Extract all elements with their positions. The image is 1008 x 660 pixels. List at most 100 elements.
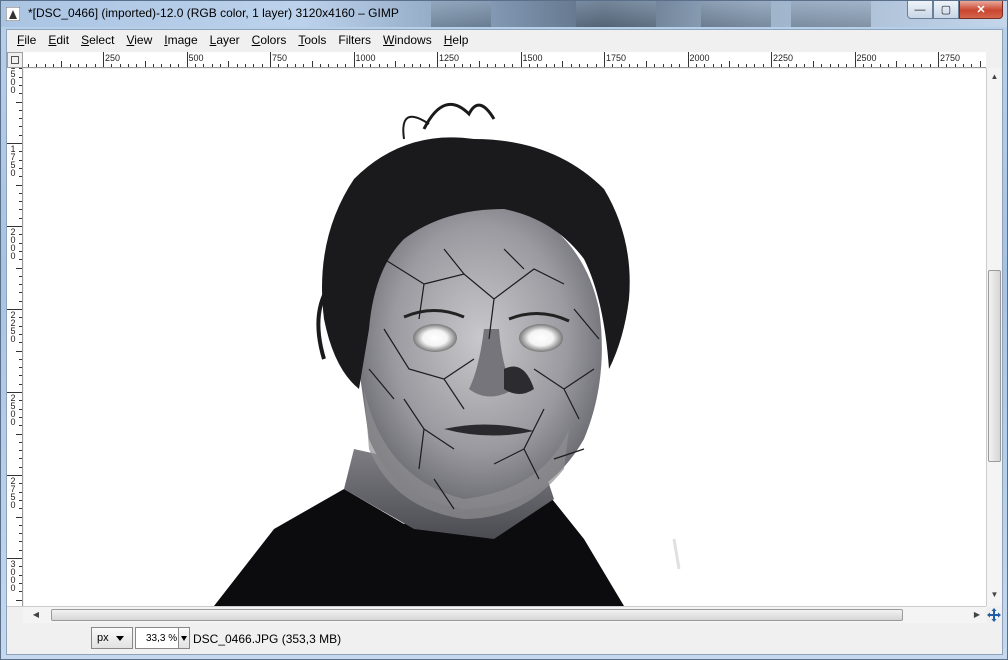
ruler-tick	[887, 64, 889, 67]
unit-select[interactable]: px	[91, 627, 133, 649]
ruler-tick	[612, 64, 614, 67]
minimize-button[interactable]: —	[907, 1, 933, 19]
menu-view[interactable]: View	[120, 30, 158, 51]
ruler-tick	[19, 325, 22, 327]
ruler-tick	[19, 591, 22, 593]
zoom-input[interactable]: 33,3 %	[135, 627, 179, 649]
ruler-tick	[36, 64, 38, 67]
horizontal-scroll-thumb[interactable]	[51, 609, 903, 621]
menu-colors[interactable]: Colors	[246, 30, 293, 51]
menu-filters[interactable]: Filters	[332, 30, 377, 51]
ruler-tick	[938, 52, 939, 67]
menu-bar: File Edit Select View Image Layer Colors…	[7, 30, 1002, 51]
background-photo-strip	[791, 1, 871, 27]
title-bar[interactable]: *[DSC_0466] (imported)-12.0 (RGB color, …	[1, 1, 1007, 27]
ruler-tick	[921, 64, 923, 67]
ruler-tick	[604, 52, 605, 67]
ruler-label: 250	[105, 53, 121, 63]
ruler-tick	[44, 64, 46, 67]
ruler-tick	[854, 52, 856, 67]
ruler-tick	[19, 466, 22, 468]
horizontal-scrollbar[interactable]: ◀ ▶	[23, 606, 986, 623]
menu-windows[interactable]: Windows	[377, 30, 438, 51]
maximize-button[interactable]: ▢	[933, 1, 959, 19]
ruler-tick	[579, 64, 580, 67]
ruler-tick	[679, 64, 681, 67]
ruler-tick	[879, 64, 881, 67]
ruler-tick	[19, 499, 22, 501]
menu-edit[interactable]: Edit	[42, 30, 75, 51]
ruler-tick	[19, 300, 22, 302]
background-photo-strip	[701, 1, 771, 27]
ruler-tick	[796, 64, 797, 67]
menu-help[interactable]: Help	[438, 30, 475, 51]
gimp-window: *[DSC_0466] (imported)-12.0 (RGB color, …	[0, 0, 1008, 660]
ruler-label: 2250	[10, 310, 16, 344]
ruler-tick	[69, 64, 71, 67]
vertical-scroll-thumb[interactable]	[988, 270, 1001, 462]
window-title: *[DSC_0466] (imported)-12.0 (RGB color, …	[28, 6, 399, 20]
ruler-tick	[353, 52, 355, 67]
ruler-tick	[203, 64, 205, 67]
ruler-tick	[837, 64, 839, 67]
ruler-tick	[946, 64, 948, 67]
gimp-icon	[6, 7, 20, 21]
ruler-tick	[136, 64, 138, 67]
ruler-tick	[370, 64, 372, 67]
scroll-up-arrow-icon[interactable]: ▲	[987, 70, 1002, 84]
ruler-tick	[712, 64, 714, 67]
ruler-tick	[16, 184, 22, 186]
ruler-tick	[19, 566, 22, 568]
scroll-left-arrow-icon[interactable]: ◀	[29, 608, 43, 622]
ruler-tick	[361, 64, 363, 67]
ruler-tick	[228, 61, 230, 67]
ruler-tick	[19, 582, 22, 584]
ruler-tick	[19, 167, 22, 169]
ruler-tick	[19, 84, 22, 86]
ruler-tick	[194, 64, 196, 67]
ruler-tick	[787, 64, 789, 67]
ruler-tick	[19, 201, 22, 203]
ruler-tick	[462, 64, 464, 67]
ruler-label: 2500	[10, 393, 16, 427]
close-button[interactable]: ✕	[959, 1, 1003, 19]
vertical-scrollbar[interactable]: ▲ ▼	[986, 68, 1002, 606]
edited-photo	[24, 69, 986, 606]
ruler-tick	[403, 64, 405, 67]
navigate-icon[interactable]	[986, 606, 1002, 623]
menu-tools[interactable]: Tools	[292, 30, 332, 51]
ruler-tick	[19, 508, 22, 510]
ruler-tick	[537, 64, 539, 67]
image-canvas[interactable]	[24, 69, 986, 606]
ruler-tick	[804, 64, 806, 67]
ruler-tick	[178, 64, 180, 67]
menu-image[interactable]: Image	[158, 30, 203, 51]
ruler-tick	[595, 64, 597, 67]
zoom-toggle-icon[interactable]	[7, 606, 23, 623]
ruler-tick	[19, 192, 22, 194]
ruler-tick	[512, 64, 514, 67]
ruler-tick	[687, 52, 689, 67]
ruler-tick	[103, 52, 104, 67]
ruler-label: 1750	[10, 144, 16, 178]
ruler-tick	[954, 64, 956, 67]
scroll-right-arrow-icon[interactable]: ▶	[970, 608, 984, 622]
scroll-down-arrow-icon[interactable]: ▼	[987, 588, 1002, 602]
menu-select[interactable]: Select	[75, 30, 120, 51]
ruler-tick	[19, 209, 22, 211]
ruler-tick	[963, 64, 964, 67]
ruler-tick	[654, 64, 656, 67]
ruler-tick	[94, 64, 96, 67]
ruler-tick	[771, 52, 772, 67]
ruler-tick	[495, 64, 497, 67]
menu-file[interactable]: File	[11, 30, 42, 51]
ruler-tick	[19, 275, 22, 277]
ruler-tick	[128, 64, 129, 67]
menu-layer[interactable]: Layer	[204, 30, 246, 51]
ruler-label: 2750	[10, 476, 16, 510]
ruler-tick	[645, 61, 647, 67]
zoom-dropdown-icon[interactable]	[178, 627, 190, 649]
ruler-tick	[16, 433, 22, 435]
ruler-tick	[19, 217, 22, 219]
quick-mask-toggle-icon[interactable]	[7, 52, 23, 68]
